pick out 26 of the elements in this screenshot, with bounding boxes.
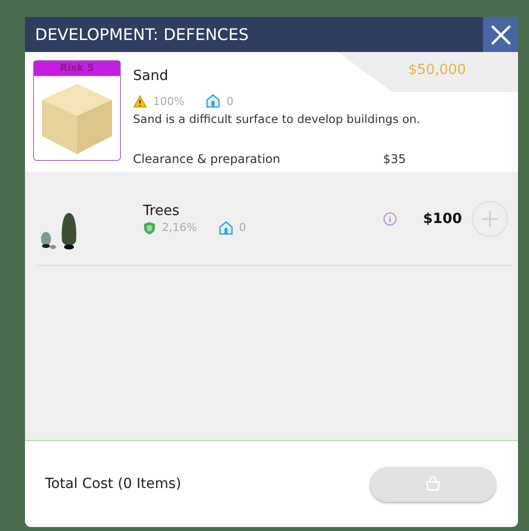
hazard-value: 100%: [153, 94, 184, 108]
info-button[interactable]: [383, 212, 398, 226]
total-cost-label: Total Cost (0 Items): [45, 476, 182, 492]
basket-icon: [425, 476, 441, 492]
plus-icon: [481, 210, 499, 228]
tile-name: Sand: [133, 68, 168, 84]
buildings-value: 0: [238, 221, 246, 234]
risk-label: Risk 5: [34, 61, 120, 76]
shield-icon: [143, 220, 156, 234]
house-icon: [218, 220, 233, 234]
item-price: $100: [423, 210, 462, 226]
info-icon: [383, 212, 398, 226]
sand-cube-icon: [40, 82, 114, 156]
close-icon: [490, 24, 512, 46]
buildings-value: 0: [226, 94, 234, 108]
window-title: DEVELOPMENT: DEFENCES: [35, 25, 249, 44]
cost-label: Clearance & preparation: [133, 152, 282, 166]
close-button[interactable]: [483, 17, 518, 52]
tile-description: Sand is a difficult surface to develop buildings on.: [133, 112, 422, 126]
protection-value: 2,16%: [162, 221, 197, 234]
warning-icon: [133, 94, 147, 108]
cost-value: $35: [383, 152, 406, 166]
house-icon: [206, 94, 220, 108]
item-name: Trees: [143, 202, 180, 218]
add-button[interactable]: [472, 200, 508, 236]
tile-price: $50,000: [338, 52, 518, 92]
